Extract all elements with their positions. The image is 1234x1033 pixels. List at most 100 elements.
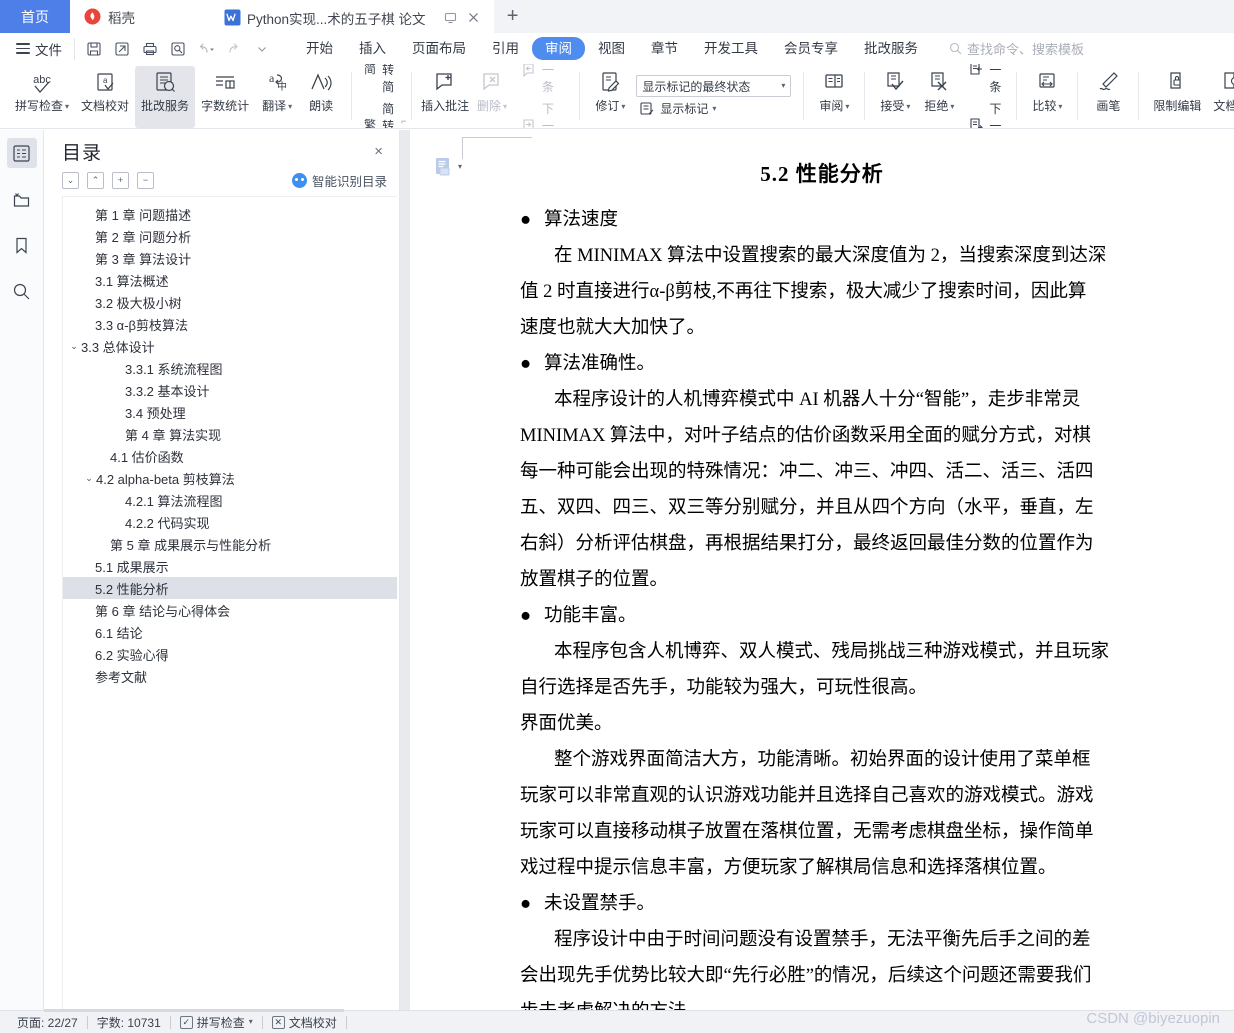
delete-comment-button[interactable]: 删除▾	[470, 66, 514, 128]
ribbon-tab-5[interactable]: 视图	[585, 37, 638, 60]
ribbon-tab-1[interactable]: 插入	[346, 37, 399, 60]
next-change-button[interactable]: 下一条	[965, 98, 1004, 130]
correction-service-button[interactable]: 批改服务	[135, 66, 195, 128]
next-comment-button[interactable]: 下一条	[518, 98, 567, 130]
group-dialog-launcher[interactable]: ⌐	[401, 116, 408, 128]
list-item[interactable]: 第 2 章 问题分析	[63, 225, 397, 247]
list-item[interactable]: 6.2 实验心得	[63, 643, 397, 665]
list-item[interactable]: 3.3.1 系统流程图	[63, 357, 397, 379]
list-item[interactable]: 第 3 章 算法设计	[63, 247, 397, 269]
trad-to-simp-button[interactable]: 简 繁转简	[359, 64, 397, 97]
new-tab-button[interactable]: +	[494, 0, 532, 33]
list-item[interactable]: 参考文献	[63, 665, 397, 687]
print-preview-icon[interactable]	[165, 38, 191, 60]
spellcheck-toggle[interactable]: ✓ 拼写检查 ▾	[171, 1014, 262, 1031]
document-text[interactable]: 5.2 性能分析 ●算法速度 在 MINIMAX 算法中设置搜索的最大深度值为 …	[410, 158, 1234, 1010]
list-item[interactable]: 6.1 结论	[63, 621, 397, 643]
collapse-up-button[interactable]: ⌃	[87, 172, 104, 189]
ribbon-tab-8[interactable]: 会员专享	[771, 37, 851, 60]
sidebar-item-search[interactable]	[7, 276, 37, 306]
doc-proof-button[interactable]: a 文档校对	[75, 66, 135, 128]
smart-outline-button[interactable]: 智能识别目录	[292, 171, 387, 190]
review-pane-button[interactable]: 审阅▾	[812, 66, 856, 128]
ribbon-tab-3[interactable]: 引用	[479, 37, 532, 60]
document-canvas[interactable]: ▾ 5.2 性能分析 ●算法速度 在 MINIMAX 算法中设置搜索的最大深度值…	[400, 130, 1234, 1010]
chevron-down-icon[interactable]: ▾	[458, 163, 462, 171]
restrict-edit-button[interactable]: 限制编辑	[1147, 66, 1207, 128]
sidebar-item-bookmark[interactable]	[7, 230, 37, 260]
close-icon[interactable]	[467, 11, 480, 24]
insert-comment-button[interactable]: 插入批注	[420, 66, 470, 128]
horizontal-scrollbar[interactable]	[44, 1009, 344, 1012]
translate-button[interactable]: a中 翻译▾	[255, 66, 299, 128]
simp-to-trad-button[interactable]: 繁 简转繁	[359, 98, 397, 130]
brush-button[interactable]: 画笔	[1086, 66, 1130, 128]
sidebar-item-outline[interactable]	[7, 138, 37, 168]
spelling-check-button[interactable]: abc 拼写检查▾	[9, 66, 75, 128]
doc-rights-button[interactable]: 文档权	[1207, 66, 1234, 128]
bookmark-icon	[12, 236, 31, 255]
command-search[interactable]: 查找命令、搜索模板	[949, 39, 1084, 58]
list-item[interactable]: 4.2.2 代码实现	[63, 511, 397, 533]
list-item[interactable]: ⌄ 4.2 alpha-beta 剪枝算法	[63, 467, 397, 489]
outline-arrow[interactable]: ⌄	[82, 473, 96, 484]
list-item[interactable]: 5.1 成果展示	[63, 555, 397, 577]
ribbon-tab-7[interactable]: 开发工具	[691, 37, 771, 60]
print-icon[interactable]	[137, 38, 163, 60]
ribbon-tab-9[interactable]: 批改服务	[851, 37, 931, 60]
accept-button[interactable]: 接受▾	[873, 66, 917, 128]
list-item[interactable]: 第 6 章 结论与心得体会	[63, 599, 397, 621]
ribbon-tab-0[interactable]: 开始	[293, 37, 346, 60]
reject-button[interactable]: 拒绝▾	[917, 66, 961, 128]
list-item[interactable]: 第 1 章 问题描述	[63, 203, 397, 225]
translate-icon: a中	[263, 69, 291, 99]
ribbon-tab-6[interactable]: 章节	[638, 37, 691, 60]
markup-state-select[interactable]: 显示标记的最终状态 ▾	[636, 75, 791, 97]
redo-icon[interactable]	[221, 38, 247, 60]
tab-docer[interactable]: 稻壳	[70, 0, 210, 33]
list-item[interactable]: 3.3 α-β剪枝算法	[63, 313, 397, 335]
close-icon[interactable]: ×	[370, 142, 387, 161]
list-item[interactable]: 4.2.1 算法流程图	[63, 489, 397, 511]
prev-change-button[interactable]: 上一条	[965, 64, 1004, 97]
ribbon-group-conversion: 简 繁转简 繁 简转繁	[355, 66, 401, 128]
document-page[interactable]: ▾ 5.2 性能分析 ●算法速度 在 MINIMAX 算法中设置搜索的最大深度值…	[410, 130, 1234, 1010]
list-item[interactable]: 第 5 章 成果展示与性能分析	[63, 533, 397, 555]
word-count-indicator[interactable]: 字数: 10731	[88, 1014, 170, 1031]
file-menu-button[interactable]: 文件	[8, 39, 70, 59]
read-aloud-button[interactable]: 朗读	[299, 66, 343, 128]
customize-qat-icon[interactable]	[249, 38, 275, 60]
list-item[interactable]: ⌄ 3.3 总体设计	[63, 335, 397, 357]
undo-icon[interactable]	[193, 38, 219, 60]
tab-home[interactable]: 首页	[0, 0, 70, 33]
restore-icon[interactable]	[444, 11, 457, 24]
expand-down-button[interactable]: ⌄	[62, 172, 79, 189]
list-item[interactable]: 3.1 算法概述	[63, 269, 397, 291]
track-changes-button[interactable]: 修订▾	[588, 66, 632, 128]
save-as-icon[interactable]	[109, 38, 135, 60]
tab-document-label: Python实现...术的五子棋 论文	[247, 8, 426, 28]
list-item[interactable]: 第 4 章 算法实现	[63, 423, 397, 445]
outline-arrow[interactable]: ⌄	[67, 341, 81, 352]
ribbon-tab-2[interactable]: 页面布局	[399, 37, 479, 60]
ribbon-tab-4[interactable]: 审阅	[532, 37, 585, 60]
chevron-down-icon[interactable]: ▾	[249, 1018, 253, 1026]
word-count-button[interactable]: 字数统计	[195, 66, 255, 128]
list-item[interactable]: 3.3.2 基本设计	[63, 379, 397, 401]
page-indicator[interactable]: 页面: 22/27	[8, 1014, 87, 1031]
sidebar-item-sections[interactable]	[7, 184, 37, 214]
expand-all-button[interactable]: +	[112, 172, 129, 189]
list-item[interactable]: 3.2 极大极小树	[63, 291, 397, 313]
paste-options-button[interactable]: ▾	[435, 157, 462, 176]
list-item[interactable]: 3.4 预处理	[63, 401, 397, 423]
compare-button[interactable]: 比较▾	[1025, 66, 1069, 128]
save-icon[interactable]	[81, 38, 107, 60]
tab-document[interactable]: Python实现...术的五子棋 论文	[210, 0, 494, 33]
collapse-all-button[interactable]: −	[137, 172, 154, 189]
outline-list[interactable]: 第 1 章 问题描述 第 2 章 问题分析 第 3 章 算法设计 3.1 算法概…	[62, 196, 397, 1010]
show-markup-button[interactable]: 显示标记 ▾	[636, 98, 791, 119]
list-item[interactable]: 4.1 估价函数	[63, 445, 397, 467]
doc-proof-status[interactable]: ✕ 文档校对	[263, 1014, 346, 1031]
list-item-selected[interactable]: 5.2 性能分析	[63, 577, 397, 599]
prev-comment-button[interactable]: 上一条	[518, 64, 567, 97]
